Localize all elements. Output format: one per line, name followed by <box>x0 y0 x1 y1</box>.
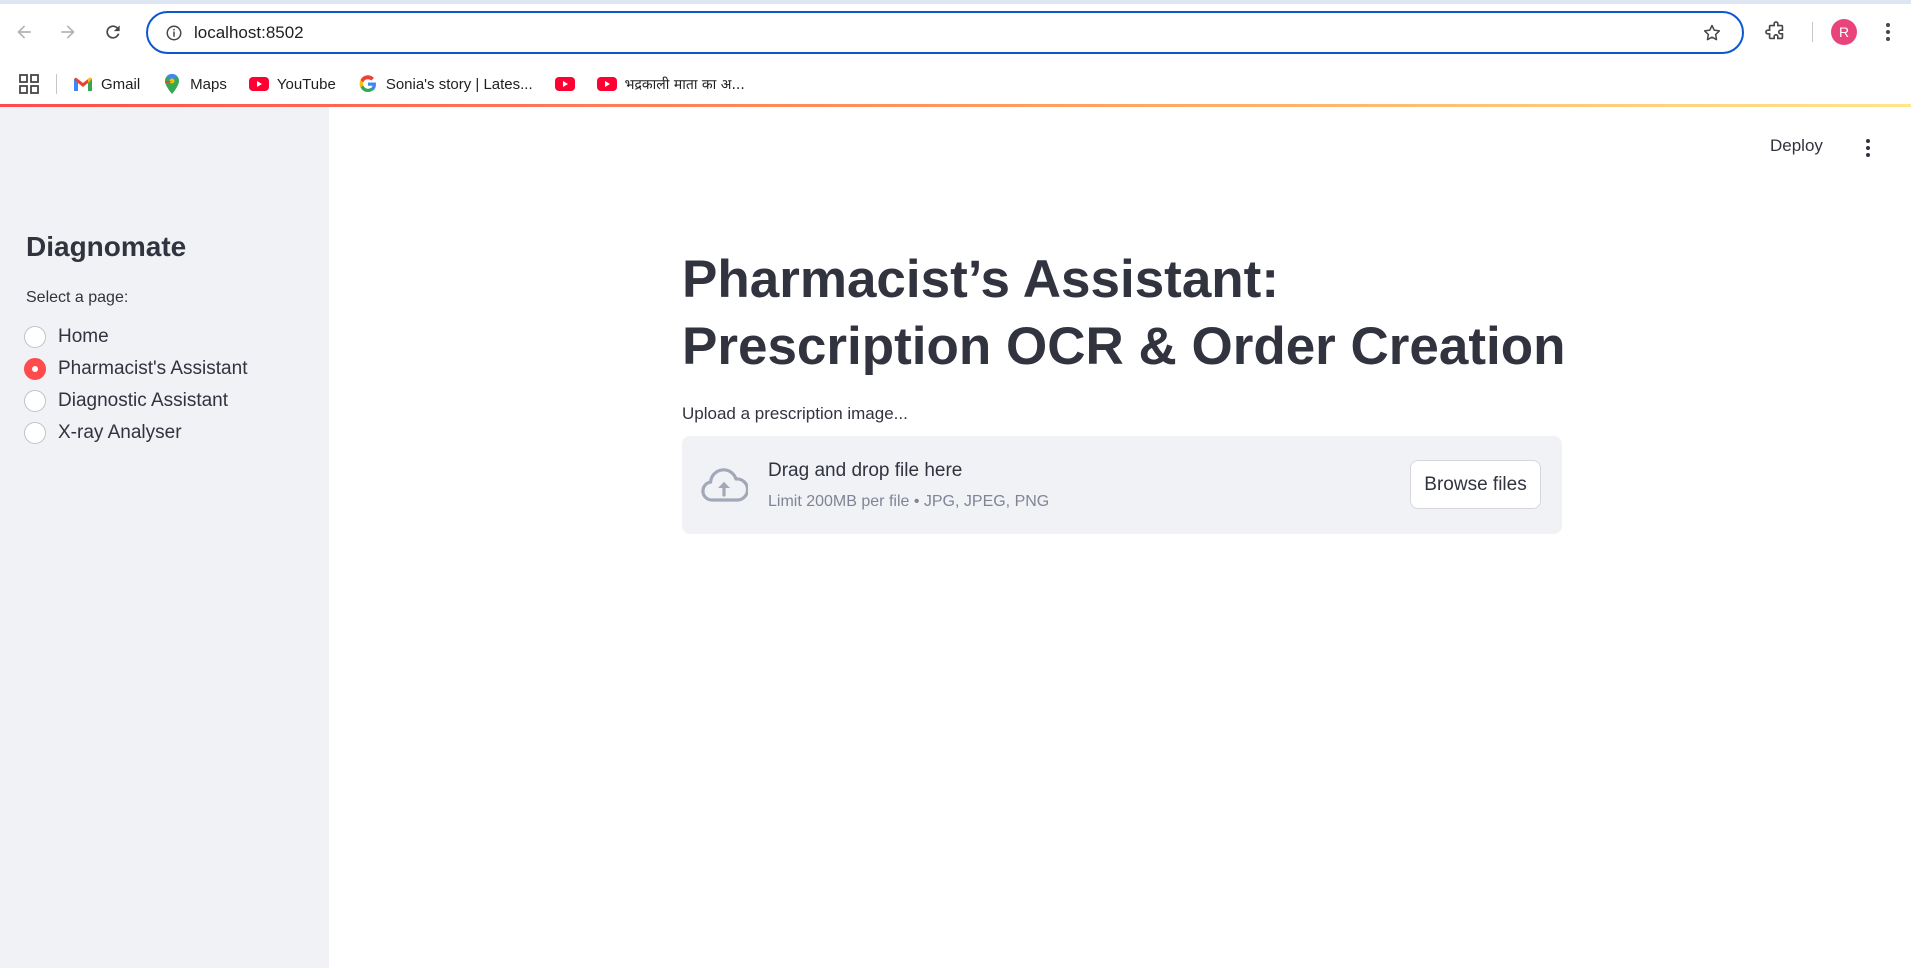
radio-label: Home <box>58 326 109 347</box>
radio-option-diagnostic-assistant[interactable]: Diagnostic Assistant <box>24 385 247 417</box>
address-bar[interactable]: localhost:8502 <box>146 11 1744 54</box>
bookmark-label: YouTube <box>276 75 336 93</box>
bookmarks-divider <box>56 74 57 94</box>
sidebar: Diagnomate <box>0 107 329 968</box>
tab-strip <box>0 0 1911 4</box>
dropzone-instructions: Drag and drop file here <box>768 460 963 481</box>
browser-menu-kebab-icon[interactable] <box>1874 16 1902 48</box>
dropzone-limit-text: Limit 200MB per file • JPG, JPEG, PNG <box>768 493 1050 510</box>
maps-icon <box>162 74 182 94</box>
cloud-upload-icon <box>701 468 748 502</box>
forward-button[interactable] <box>52 16 84 48</box>
toolbar-divider <box>1812 22 1813 42</box>
arrow-left-icon <box>17 25 31 39</box>
reload-button[interactable] <box>97 16 129 48</box>
upload-label: Upload a prescription image... <box>682 404 908 423</box>
select-page-label: Select a page: <box>26 289 129 306</box>
back-button[interactable] <box>8 16 40 48</box>
youtube-icon <box>554 74 575 94</box>
bookmark-label: Sonia's story | Lates... <box>385 75 533 93</box>
bookmark-label: Gmail <box>101 75 141 93</box>
google-icon <box>358 74 378 94</box>
gmail-icon <box>73 74 93 94</box>
radio-button[interactable] <box>24 422 46 444</box>
bookmark-youtube[interactable]: YouTube <box>248 74 336 94</box>
bookmark-label: Maps <box>190 75 227 93</box>
bookmark-maps[interactable]: Maps <box>162 74 227 94</box>
radio-label: X-ray Analyser <box>58 422 182 443</box>
bookmark-star-icon[interactable] <box>1694 15 1730 51</box>
radio-label: Pharmacist's Assistant <box>58 358 248 379</box>
radio-button-selected[interactable] <box>24 358 46 380</box>
bookmark-label: भद्रकाली माता का अ... <box>624 76 745 93</box>
browse-files-button[interactable]: Browse files <box>1410 460 1541 509</box>
file-dropzone[interactable]: Drag and drop file here Limit 200MB per … <box>682 436 1562 534</box>
app-menu-kebab-icon[interactable] <box>1856 136 1880 160</box>
extensions-puzzle-icon[interactable] <box>1760 16 1792 48</box>
radio-label: Diagnostic Assistant <box>58 390 229 411</box>
apps-grid-icon[interactable] <box>16 71 42 97</box>
youtube-icon <box>596 74 617 94</box>
youtube-icon <box>248 74 269 94</box>
reload-icon <box>106 25 120 39</box>
bookmarks-bar: Gmail Maps YouTube Sonia's story | Lates… <box>0 64 1911 104</box>
radio-button[interactable] <box>24 326 46 348</box>
bookmark-bhadrakali[interactable]: भद्रकाली माता का अ... <box>596 74 745 94</box>
url-text[interactable]: localhost:8502 <box>194 23 1694 43</box>
sidebar-title: Diagnomate <box>26 231 187 262</box>
site-info-icon[interactable] <box>154 13 194 53</box>
radio-option-home[interactable]: Home <box>24 321 247 353</box>
radio-button[interactable] <box>24 390 46 412</box>
bookmark-youtube-2[interactable] <box>554 74 575 94</box>
bookmark-sonias-story[interactable]: Sonia's story | Lates... <box>358 74 533 94</box>
page-title: Pharmacist’s Assistant: Prescription OCR… <box>682 250 1566 376</box>
deploy-button[interactable]: Deploy <box>1770 136 1823 156</box>
profile-avatar[interactable]: R <box>1831 19 1857 45</box>
page-radio-group: Home Pharmacist's Assistant Diagnostic A… <box>24 321 247 449</box>
arrow-right-icon <box>61 25 75 39</box>
radio-option-xray-analyser[interactable]: X-ray Analyser <box>24 417 247 449</box>
bookmark-gmail[interactable]: Gmail <box>73 74 140 94</box>
radio-option-pharmacists-assistant[interactable]: Pharmacist's Assistant <box>24 353 247 385</box>
browser-toolbar: localhost:8502 R <box>0 0 1911 64</box>
